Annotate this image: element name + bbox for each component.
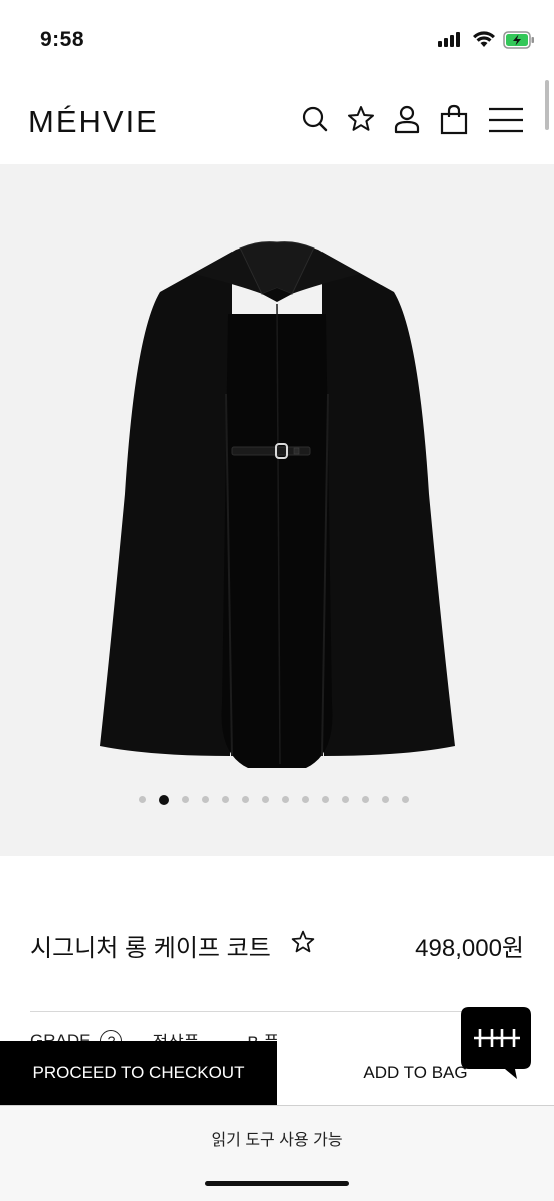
gallery-dot[interactable] [202,796,209,803]
gallery-dot[interactable] [402,796,409,803]
divider [30,1011,524,1012]
menu-icon[interactable] [488,106,524,134]
gallery-dot[interactable] [159,795,169,805]
gallery-dot[interactable] [382,796,389,803]
user-icon[interactable] [393,104,421,134]
battery-charging-icon [503,31,534,49]
home-indicator[interactable] [205,1181,349,1186]
gallery-dot[interactable] [182,796,189,803]
gallery-dot[interactable] [322,796,329,803]
gallery-pagination[interactable] [0,795,551,805]
scroll-indicator[interactable] [545,80,549,130]
gallery-dot[interactable] [242,796,249,803]
gallery-dot[interactable] [362,796,369,803]
star-icon[interactable] [346,104,376,134]
signal-icon [438,32,460,47]
product-name: 시그니처 롱 케이프 코트 [30,935,271,962]
reader-bar [0,1105,554,1201]
proceed-to-checkout-button[interactable]: PROCEED TO CHECKOUT [0,1041,277,1105]
product-image-gallery[interactable] [0,164,554,856]
product-image [100,241,455,768]
wishlist-star-icon[interactable] [290,929,316,955]
wifi-icon [473,31,495,47]
reader-available-text[interactable]: 읽기 도구 사용 가능 [0,1126,554,1150]
search-icon[interactable] [301,104,329,134]
status-time: 9:58 [40,28,85,51]
chat-button[interactable] [461,1007,533,1079]
bag-icon[interactable] [439,104,469,136]
brand-logo[interactable]: MÉHVIE [28,104,159,140]
gallery-dot[interactable] [262,796,269,803]
gallery-dot[interactable] [222,796,229,803]
gallery-dot[interactable] [139,796,146,803]
gallery-dot[interactable] [342,796,349,803]
gallery-dot[interactable] [302,796,309,803]
product-price: 498,000원 [415,935,524,962]
gallery-dot[interactable] [282,796,289,803]
